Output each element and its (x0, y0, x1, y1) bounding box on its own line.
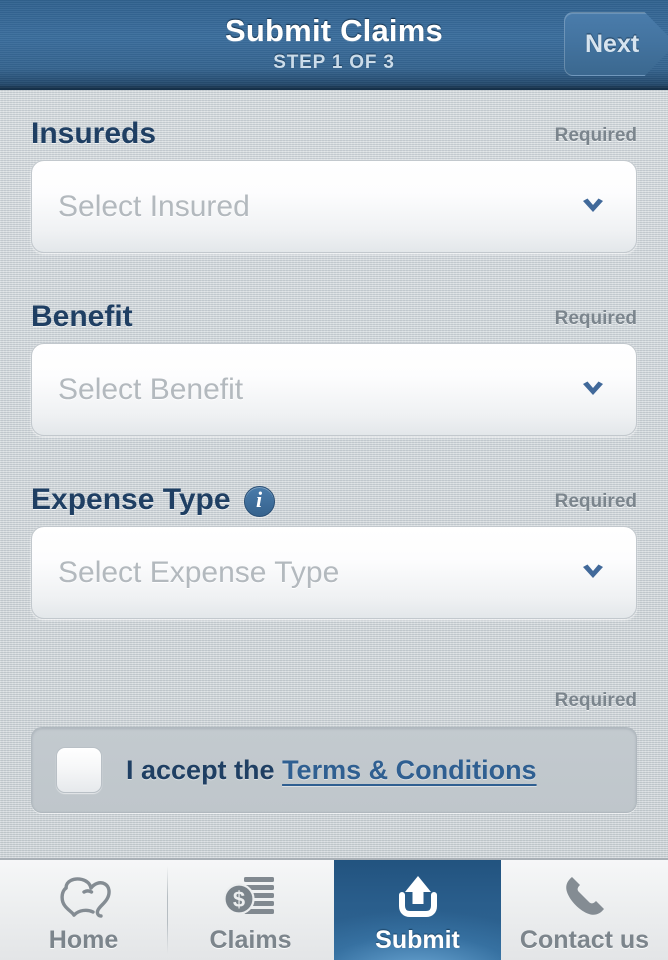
tab-label: Claims (209, 926, 292, 954)
coin-documents-icon: $ (222, 871, 280, 923)
tab-home[interactable]: Home (0, 860, 167, 960)
next-button-label: Next (585, 29, 640, 58)
field-label-row: Expense Type i Required (31, 476, 637, 517)
field-label: Insureds (31, 117, 157, 150)
terms-and-conditions-link[interactable]: Terms & Conditions (282, 755, 537, 785)
upload-icon (390, 871, 446, 923)
phone-icon (560, 871, 610, 923)
info-icon-glyph: i (255, 487, 263, 512)
app-header: Submit Claims STEP 1 OF 3 Next (0, 0, 668, 90)
field-label-group: Insureds (31, 118, 156, 150)
field-insureds: Insureds Required Select Insured (31, 110, 637, 253)
field-label-row: Insureds Required (31, 110, 637, 150)
field-label: Expense Type (31, 483, 231, 516)
field-label-group: Expense Type i (31, 483, 275, 517)
tab-label: Submit (375, 926, 460, 954)
tab-contact-us[interactable]: Contact us (501, 860, 668, 960)
chevron-down-icon (578, 192, 608, 222)
field-label: Benefit (31, 300, 133, 333)
expense-type-select[interactable]: Select Expense Type (31, 526, 637, 619)
terms-accept-row[interactable]: I accept the Terms & Conditions (31, 727, 637, 813)
terms-block: Required I accept the Terms & Conditions (31, 690, 637, 813)
info-icon[interactable]: i (243, 485, 275, 517)
field-expense-type: Expense Type i Required Select Expense T… (31, 476, 637, 619)
tab-label: Contact us (519, 926, 650, 954)
svg-text:$: $ (232, 887, 244, 912)
tab-submit[interactable]: Submit (334, 860, 501, 960)
insured-select[interactable]: Select Insured (31, 160, 637, 253)
elephant-icon (53, 871, 115, 923)
terms-required-row: Required (31, 690, 637, 715)
required-tag: Required (554, 125, 637, 146)
required-tag: Required (554, 690, 637, 711)
tab-label: Home (48, 926, 119, 954)
chevron-down-icon (578, 558, 608, 588)
required-tag: Required (554, 308, 637, 329)
chevron-down-icon (578, 375, 608, 405)
step-indicator: STEP 1 OF 3 (273, 51, 395, 73)
terms-accept-label: I accept the (126, 754, 283, 785)
bottom-tab-bar: Home $ Claims Submit Contact us (0, 858, 668, 960)
field-label-group: Benefit (31, 301, 133, 333)
terms-text: I accept the Terms & Conditions (126, 755, 537, 786)
insured-select-placeholder: Select Insured (58, 189, 250, 223)
field-label-row: Benefit Required (31, 293, 637, 333)
required-tag: Required (554, 491, 637, 512)
benefit-select[interactable]: Select Benefit (31, 343, 637, 436)
field-benefit: Benefit Required Select Benefit (31, 293, 637, 436)
tab-claims[interactable]: $ Claims (167, 860, 334, 960)
claim-form: Insureds Required Select Insured Benefit… (0, 90, 668, 858)
accept-terms-checkbox[interactable] (56, 747, 102, 793)
page-title: Submit Claims (225, 12, 443, 48)
benefit-select-placeholder: Select Benefit (58, 372, 244, 406)
next-button[interactable]: Next (564, 12, 668, 76)
expense-type-select-placeholder: Select Expense Type (58, 555, 340, 589)
